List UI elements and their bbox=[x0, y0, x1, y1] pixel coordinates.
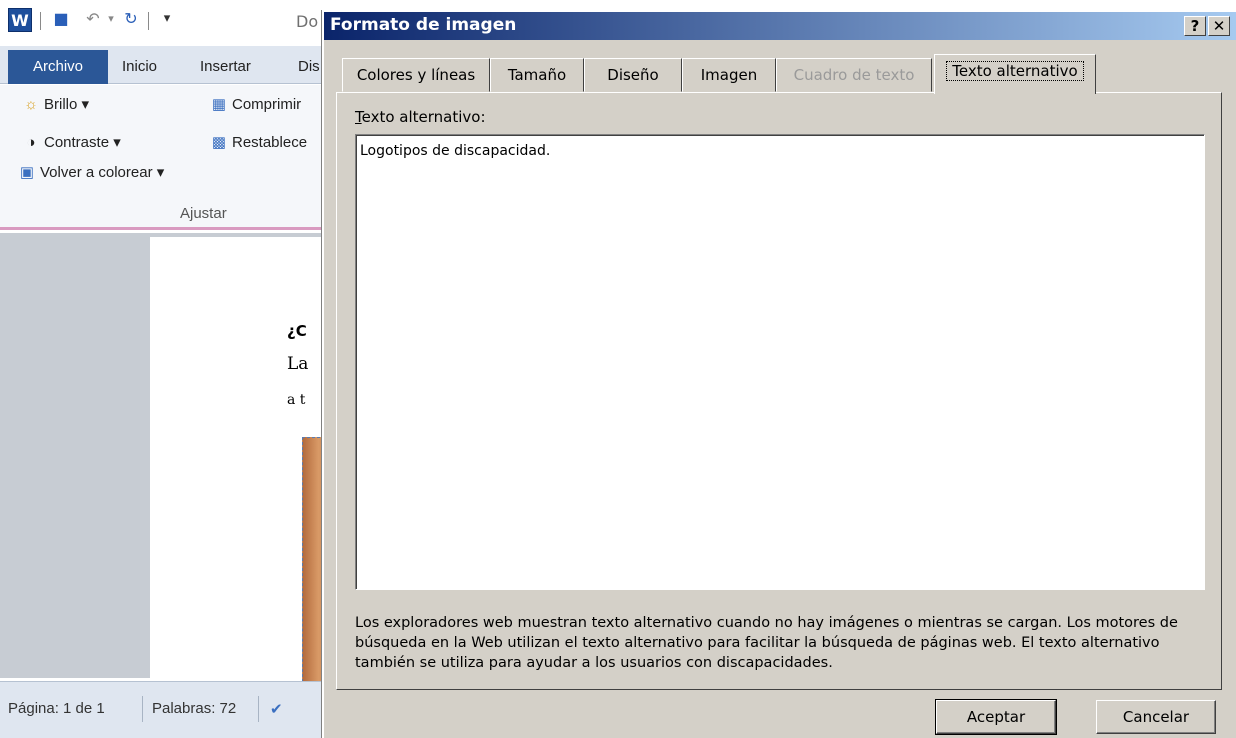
status-bar: Página: 1 de 1 Palabras: 72 ✔ bbox=[0, 681, 330, 738]
tab-diseno[interactable]: Dis bbox=[298, 58, 320, 75]
page-paragraph: a t bbox=[287, 392, 306, 408]
close-button[interactable]: ✕ bbox=[1208, 16, 1230, 36]
word-window: W ■ ↶ ▾ ↻ ▾ Do Archivo Inicio Insertar D… bbox=[0, 0, 330, 738]
save-icon[interactable]: ■ bbox=[50, 8, 72, 30]
volver-a-colorear-button[interactable]: ▣ Volver a colorear ▾ bbox=[18, 163, 164, 181]
ribbon-panel: ☼ Brillo ▾ ◑ Contraste ▾ ▣ Volver a colorea… bbox=[0, 85, 330, 230]
tab-imagen[interactable]: Imagen bbox=[682, 58, 776, 92]
dialog-title: Formato de imagen bbox=[330, 15, 517, 35]
restablecer-label: Restablece bbox=[232, 134, 308, 151]
tab-archivo[interactable]: Archivo bbox=[8, 50, 108, 84]
restablecer-button[interactable]: ▩ Restablece bbox=[210, 133, 307, 151]
word-app-icon[interactable]: W bbox=[8, 8, 32, 32]
recolor-icon: ▣ bbox=[19, 164, 35, 181]
sun-icon: ☼ bbox=[24, 96, 38, 113]
redo-icon[interactable]: ↻ bbox=[120, 8, 142, 30]
dialog-titlebar: Formato de imagen ? ✕ bbox=[324, 12, 1236, 40]
comprimir-button[interactable]: ▦ Comprimir bbox=[210, 95, 301, 113]
alt-text-panel: Texto alternativo: Logotipos de discapac… bbox=[336, 92, 1222, 690]
status-separator bbox=[142, 696, 143, 722]
alt-text-description: Los exploradores web muestran texto alte… bbox=[355, 615, 1178, 671]
tab-tamano[interactable]: Tamaño bbox=[490, 58, 584, 92]
toolbar-separator bbox=[40, 12, 41, 30]
tab-insertar[interactable]: Insertar bbox=[200, 58, 251, 75]
tab-texto-alternativo-label: Texto alternativo bbox=[946, 61, 1084, 81]
tab-inicio[interactable]: Inicio bbox=[122, 58, 157, 75]
page-heading: ¿C bbox=[287, 322, 307, 340]
alt-text-label-mnemonic: T bbox=[355, 108, 362, 126]
alt-text-input[interactable]: Logotipos de discapacidad. bbox=[355, 134, 1205, 590]
page-count[interactable]: Página: 1 de 1 bbox=[8, 700, 105, 717]
help-button[interactable]: ? bbox=[1184, 16, 1206, 36]
undo-dropdown-icon[interactable]: ▾ bbox=[100, 8, 122, 30]
tab-diseno[interactable]: Diseño bbox=[584, 58, 682, 92]
ok-button[interactable]: Aceptar bbox=[935, 699, 1057, 735]
tab-texto-alternativo[interactable]: Texto alternativo bbox=[934, 54, 1096, 94]
page-paragraph: La bbox=[287, 354, 309, 374]
document-title: Do bbox=[296, 12, 319, 31]
proofing-icon[interactable]: ✔ bbox=[270, 700, 283, 718]
format-picture-dialog: Formato de imagen ? ✕ Colores y líneas T… bbox=[322, 10, 1236, 738]
cancel-button[interactable]: Cancelar bbox=[1096, 700, 1216, 734]
comprimir-label: Comprimir bbox=[232, 96, 302, 113]
quick-access-toolbar: W ■ ↶ ▾ ↻ ▾ Do bbox=[0, 0, 330, 42]
ribbon-tabs: Archivo Inicio Insertar Dis bbox=[0, 46, 330, 84]
word-count[interactable]: Palabras: 72 bbox=[152, 700, 236, 717]
contrast-icon: ◑ bbox=[26, 134, 36, 151]
contraste-label: Contraste ▾ bbox=[44, 134, 121, 151]
status-separator bbox=[258, 696, 259, 722]
volver-label: Volver a colorear ▾ bbox=[40, 164, 165, 181]
toolbar-separator bbox=[148, 12, 149, 30]
contraste-button[interactable]: ◑ Contraste ▾ bbox=[22, 133, 121, 151]
alt-text-label: Texto alternativo: bbox=[355, 108, 486, 126]
alt-text-label-rest: exto alternativo: bbox=[361, 108, 486, 126]
compress-icon: ▦ bbox=[211, 96, 227, 113]
brillo-button[interactable]: ☼ Brillo ▾ bbox=[22, 95, 89, 113]
tab-cuadro-de-texto: Cuadro de texto bbox=[776, 58, 932, 92]
reset-picture-icon: ▩ bbox=[211, 134, 227, 151]
brillo-label: Brillo ▾ bbox=[44, 96, 90, 113]
customize-toolbar-icon[interactable]: ▾ bbox=[156, 8, 178, 30]
tab-colores-y-lineas[interactable]: Colores y líneas bbox=[342, 58, 490, 92]
group-label-ajustar: Ajustar bbox=[180, 205, 227, 222]
